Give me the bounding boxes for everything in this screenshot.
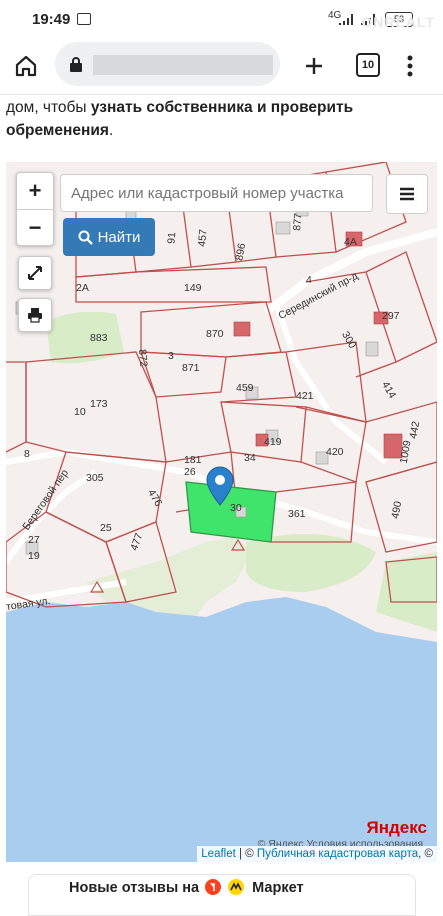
watermark: ONREALT [361, 14, 435, 30]
find-button[interactable]: Найти [63, 218, 155, 256]
fullscreen-button[interactable] [18, 256, 52, 290]
article-text: дом, чтобы узнать собственника и провери… [6, 96, 436, 142]
label-883: 883 [90, 332, 108, 344]
yandex-y-icon [205, 879, 222, 895]
label-877: 877 [291, 212, 305, 232]
label-870: 870 [206, 328, 224, 340]
map-attribution: Leaflet | © Публичная кадастровая карта,… [197, 846, 437, 862]
label-149: 149 [184, 282, 202, 294]
home-icon[interactable] [12, 52, 40, 80]
cadastral-map-link[interactable]: Публичная кадастровая карта [257, 848, 418, 860]
zoom-control: + − [16, 172, 54, 246]
zoom-out-button[interactable]: − [17, 209, 53, 246]
label-4: 4 [306, 274, 312, 286]
label-4a: 4А [344, 236, 357, 248]
label-421: 421 [296, 390, 314, 402]
yandex-logo: Яндекс [366, 818, 427, 837]
url-redacted [93, 55, 273, 75]
label-2a: 2А [76, 282, 89, 294]
label-173: 173 [90, 398, 108, 410]
label-3: 3 [168, 350, 174, 362]
label-871: 871 [182, 362, 200, 374]
label-26: 26 [184, 466, 196, 478]
article-text-end: . [108, 122, 114, 139]
find-button-label: Найти [97, 228, 141, 246]
reviews-prefix: Новые отзывы на [69, 880, 200, 896]
status-time: 19:49 [32, 11, 71, 28]
browser-toolbar: 10 [0, 38, 443, 95]
label-91: 91 [165, 231, 179, 245]
label-19: 19 [28, 550, 40, 562]
signal-icon [339, 14, 353, 25]
label-457: 457 [196, 228, 210, 248]
label-27: 27 [28, 534, 40, 546]
status-bar: 19:49 4G 53 ONREALT [0, 0, 443, 38]
label-872: 872 [136, 348, 150, 368]
printer-icon [28, 308, 42, 323]
map-tiles [6, 162, 437, 862]
market-icon [228, 879, 245, 895]
label-361: 361 [288, 508, 306, 520]
label-34: 34 [244, 452, 256, 464]
label-10: 10 [74, 406, 86, 418]
label-181: 181 [184, 454, 202, 466]
cadastral-search-input[interactable] [60, 174, 373, 212]
lock-icon [70, 57, 82, 72]
reviews-brand: Маркет [252, 880, 304, 896]
label-420: 420 [326, 446, 344, 458]
fullscreen-icon [28, 266, 42, 280]
label-8: 8 [24, 448, 30, 460]
zoom-in-button[interactable]: + [17, 173, 53, 209]
address-bar[interactable] [55, 42, 280, 86]
label-297: 297 [382, 310, 400, 322]
label-459: 459 [236, 382, 254, 394]
location-marker-icon[interactable] [206, 466, 234, 506]
cadastral-map[interactable]: 877 91 457 896 4 4А 2А 149 Серединский п… [6, 162, 437, 862]
attribution-separator: | © [235, 848, 257, 860]
message-icon [77, 13, 91, 25]
search-icon [78, 230, 93, 245]
attribution-suffix: , © [418, 848, 433, 860]
reviews-title: Новые отзывы на Маркет [69, 879, 304, 896]
print-button[interactable] [18, 298, 52, 332]
label-419: 419 [264, 436, 282, 448]
article-text-plain: дом, чтобы [6, 99, 91, 116]
leaflet-link[interactable]: Leaflet [201, 848, 236, 860]
new-tab-icon[interactable] [300, 52, 328, 80]
hamburger-icon [400, 187, 414, 201]
layers-menu-button[interactable] [386, 174, 428, 214]
label-25: 25 [100, 522, 112, 534]
more-menu-icon[interactable] [400, 52, 420, 80]
tab-switcher-button[interactable]: 10 [356, 53, 380, 77]
label-305: 305 [86, 472, 104, 484]
